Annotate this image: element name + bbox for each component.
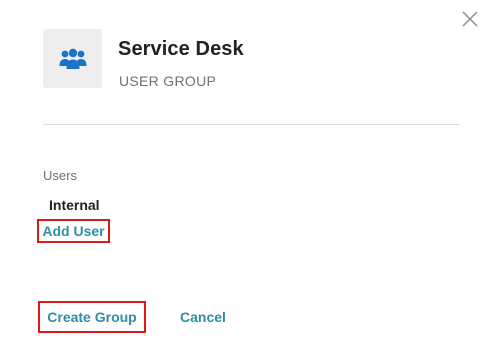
- users-group-icon: [59, 48, 86, 69]
- create-group-dialog: Service Desk USER GROUP Users Internal A…: [0, 0, 503, 341]
- group-avatar: [43, 29, 102, 88]
- cancel-button[interactable]: Cancel: [180, 309, 226, 325]
- close-button[interactable]: [460, 9, 480, 29]
- add-user-link[interactable]: Add User: [37, 219, 110, 243]
- close-icon: [462, 11, 478, 27]
- user-item-internal: Internal: [49, 197, 100, 213]
- group-title: Service Desk: [118, 38, 244, 60]
- users-section-label: Users: [43, 168, 77, 183]
- group-type-label: USER GROUP: [119, 73, 217, 89]
- header-divider: [43, 124, 460, 125]
- create-group-button[interactable]: Create Group: [38, 301, 146, 333]
